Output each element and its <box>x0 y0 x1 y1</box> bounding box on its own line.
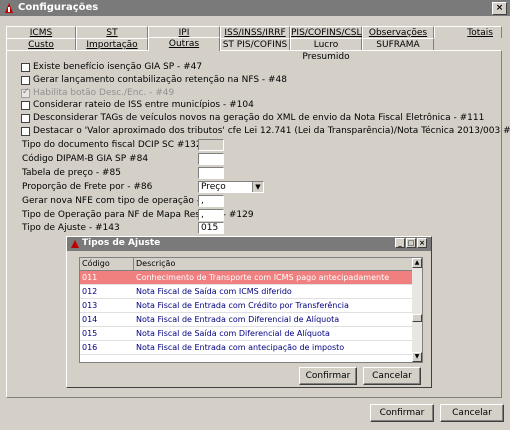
scroll-up-icon[interactable]: ▲ <box>412 258 422 268</box>
checkbox-beneficio-gia[interactable] <box>21 63 30 72</box>
table-row[interactable]: 011 Conhecimento de Transporte com ICMS … <box>80 271 413 285</box>
select-value: Preço <box>201 182 226 192</box>
tabela-preco-field[interactable] <box>198 167 224 179</box>
dialog-cancel-button[interactable]: Cancelar <box>363 367 421 385</box>
checkbox-habilita-desc[interactable] <box>21 87 30 98</box>
grid-header: Código Descrição <box>80 258 413 271</box>
tab-suframa[interactable]: SUFRAMA <box>362 38 434 50</box>
checkbox-label: Existe benefício isenção GIA SP - #47 <box>33 62 203 72</box>
scroll-down-icon[interactable]: ▼ <box>412 352 422 362</box>
table-row[interactable]: 014 Nota Fiscal de Entrada com Diferenci… <box>80 313 413 327</box>
field-label: Tipo do documento fiscal DCIP SC #132 <box>22 140 202 150</box>
cancel-button[interactable]: Cancelar <box>440 404 504 422</box>
dialog-confirm-button[interactable]: Confirmar <box>299 367 357 385</box>
field-label: Gerar nova NFE com tipo de operação - #8… <box>22 196 222 206</box>
tab-outras[interactable]: Outras <box>148 37 220 51</box>
ajuste-grid: Código Descrição 011 Conhecimento de Tra… <box>79 257 423 363</box>
tab-totais[interactable]: Totais <box>434 26 502 38</box>
confirm-button[interactable]: Confirmar <box>370 404 434 422</box>
app-icon <box>5 3 13 13</box>
field-label: Tipo de Ajuste - #143 <box>22 223 120 233</box>
checkbox-label: Habilita botão Desc./Enc. - #49 <box>33 88 175 98</box>
checkbox-label: Considerar rateio de ISS entre município… <box>33 100 254 110</box>
field-label: Proporção de Frete por - #86 <box>22 182 153 192</box>
checkbox-tags-veiculos[interactable] <box>21 114 30 123</box>
maximize-button[interactable]: □ <box>406 238 416 248</box>
column-header-codigo[interactable]: Código <box>80 258 134 270</box>
table-row[interactable]: 016 Nota Fiscal de Entrada com antecipaç… <box>80 341 413 355</box>
checkbox-label: Desconsiderar TAGs de veículos novos na … <box>33 113 485 123</box>
table-row[interactable]: 015 Nota Fiscal de Saída com Diferencial… <box>80 327 413 341</box>
tab-icms[interactable]: ICMS <box>6 26 76 38</box>
window-title: Configurações <box>18 2 99 13</box>
scroll-thumb[interactable] <box>412 314 422 322</box>
tab-importacao[interactable]: Importação <box>76 38 148 50</box>
minimize-button[interactable]: _ <box>395 238 405 248</box>
app-icon <box>71 240 79 248</box>
gerar-nfe-field[interactable]: , <box>198 195 224 207</box>
vertical-scrollbar[interactable]: ▲ ▼ <box>412 258 422 362</box>
tab-st[interactable]: ST <box>76 26 148 38</box>
window-titlebar: Configurações × <box>0 0 510 16</box>
checkbox-label: Destacar o 'Valor aproximado dos tributo… <box>33 126 510 136</box>
codigo-dipam-field[interactable] <box>198 153 224 165</box>
dialog-close-button[interactable]: × <box>417 238 427 248</box>
tipo-documento-field[interactable] <box>198 139 224 151</box>
table-row[interactable]: 012 Nota Fiscal de Saída com ICMS diferi… <box>80 285 413 299</box>
tab-custo[interactable]: Custo <box>6 38 76 50</box>
tipos-ajuste-dialog: Tipos de Ajuste _ □ × Código Descrição 0… <box>66 236 432 388</box>
tab-pis-cofins-csll[interactable]: PIS/COFINS/CSLL <box>290 26 367 38</box>
field-label: Tabela de preço - #85 <box>22 168 121 178</box>
tab-lucro-presumido[interactable]: Lucro Presumido <box>290 38 362 62</box>
tab-observacoes[interactable]: Observações <box>362 26 434 38</box>
dialog-title: Tipos de Ajuste <box>82 238 161 248</box>
checkbox-label: Gerar lançamento contabilização retenção… <box>33 75 288 85</box>
tipo-operacao-field[interactable]: , <box>198 209 224 221</box>
table-row[interactable]: 013 Nota Fiscal de Entrada com Crédito p… <box>80 299 413 313</box>
checkbox-valor-tributos[interactable] <box>21 127 30 136</box>
column-header-descricao[interactable]: Descrição <box>134 258 413 270</box>
checkbox-rateio-iss[interactable] <box>21 101 30 110</box>
field-label: Código DIPAM-B GIA SP #84 <box>22 154 149 164</box>
proporcao-frete-select[interactable]: Preço ▼ <box>198 181 264 193</box>
tab-iss[interactable]: ISS/INSS/IRRF <box>220 26 290 38</box>
dialog-titlebar: Tipos de Ajuste _ □ × <box>67 237 431 251</box>
checkbox-lancamento-nfs[interactable] <box>21 76 30 85</box>
close-button[interactable]: × <box>492 2 507 15</box>
tab-st-pis-cofins[interactable]: ST PIS/COFINS <box>220 38 290 50</box>
tipo-ajuste-field[interactable]: 015 <box>198 222 224 234</box>
chevron-down-icon[interactable]: ▼ <box>252 182 263 192</box>
